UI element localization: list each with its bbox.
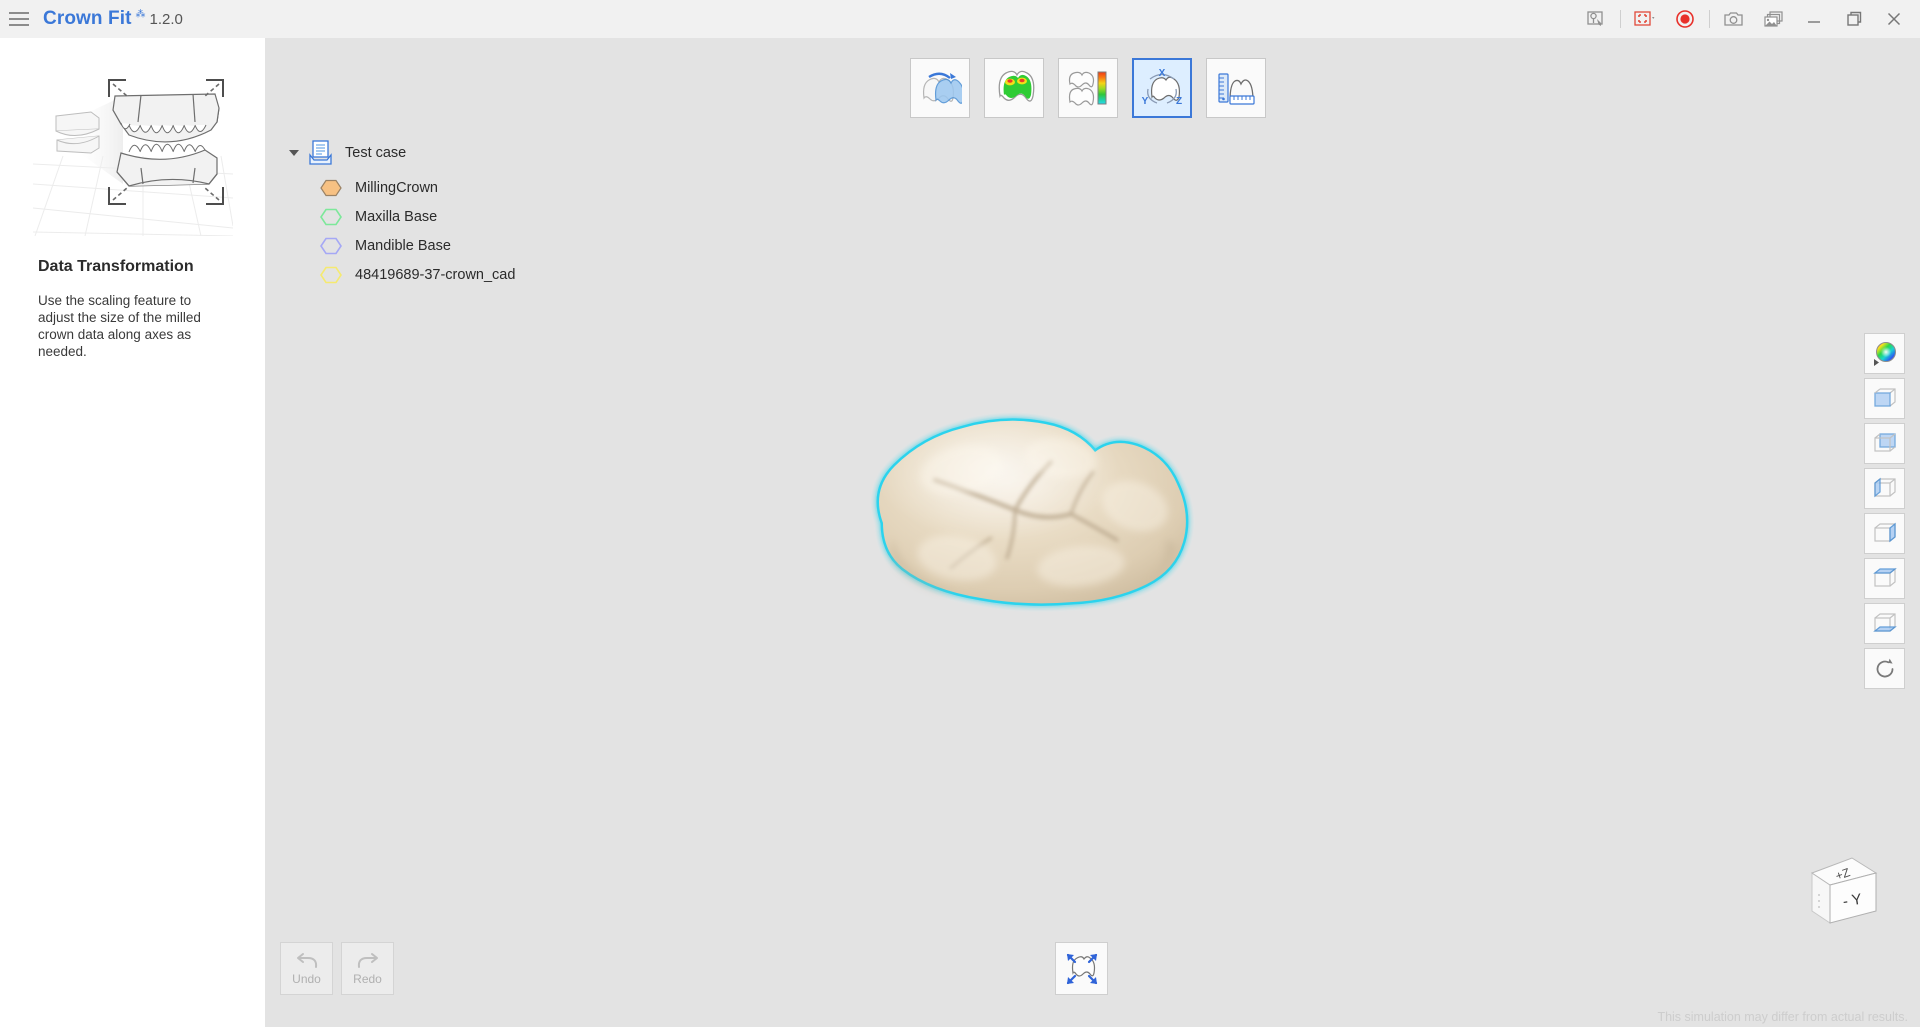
mode-deviation-scale[interactable] xyxy=(1058,58,1118,118)
hamburger-menu-icon[interactable] xyxy=(0,0,38,38)
undo-label: Undo xyxy=(292,972,321,986)
record-icon[interactable] xyxy=(1665,0,1705,38)
view-left-button[interactable] xyxy=(1864,468,1905,509)
tree-item-label: MillingCrown xyxy=(355,179,438,196)
mode-toolbar: X Y Z xyxy=(910,58,1266,118)
tree-item-crown-cad[interactable]: 48419689-37-crown_cad xyxy=(285,260,705,289)
app-version: 1.2.0 xyxy=(149,10,183,28)
history-toolbar: Undo Redo xyxy=(280,942,394,995)
color-picker-button[interactable] xyxy=(1864,333,1905,374)
hexagon-icon xyxy=(313,206,349,228)
disclaimer-text: This simulation may differ from actual r… xyxy=(1657,1010,1908,1024)
tree-item-maxilla-base[interactable]: Maxilla Base xyxy=(285,202,705,231)
view-toolbar xyxy=(1864,333,1905,689)
fit-to-view-button[interactable] xyxy=(1055,942,1108,995)
minimize-icon[interactable] xyxy=(1794,0,1834,38)
toolbar-divider-1 xyxy=(1620,10,1621,28)
title-bar: Crown Fit ⁂ 1.2.0 xyxy=(0,0,1920,38)
undo-button[interactable]: Undo xyxy=(280,942,333,995)
undo-arrow-icon xyxy=(296,953,317,968)
viewport-3d[interactable]: X Y Z Test case MillingCrown Maxilla Bas… xyxy=(265,38,1920,1027)
axis-label-x: X xyxy=(1159,68,1166,79)
application-window: Crown Fit ⁂ 1.2.0 Data Transformation Us… xyxy=(0,0,1920,1027)
chevron-down-icon[interactable] xyxy=(285,150,303,156)
tree-item-mandible-base[interactable]: Mandible Base xyxy=(285,231,705,260)
view-front-button[interactable] xyxy=(1864,378,1905,419)
orientation-gizmo[interactable]: +Z - Y xyxy=(1800,845,1892,937)
mode-transform-xyz[interactable]: X Y Z xyxy=(1132,58,1192,118)
axis-label-z: Z xyxy=(1176,96,1182,107)
tree-root-label: Test case xyxy=(345,145,407,161)
gizmo-front-label: - Y xyxy=(1842,891,1863,911)
hexagon-icon xyxy=(313,264,349,286)
view-back-button[interactable] xyxy=(1864,423,1905,464)
case-document-icon xyxy=(303,139,339,167)
tree-item-label: Maxilla Base xyxy=(355,208,438,225)
panel-title: Data Transformation xyxy=(38,258,194,275)
view-bottom-button[interactable] xyxy=(1864,603,1905,644)
redo-arrow-icon xyxy=(357,953,378,968)
close-icon[interactable] xyxy=(1874,0,1914,38)
screenshot-camera-icon[interactable] xyxy=(1714,0,1754,38)
tree-item-label: 48419689-37-crown_cad xyxy=(355,266,516,283)
object-tree: Test case MillingCrown Maxilla Base Mand… xyxy=(285,133,705,289)
gallery-icon[interactable] xyxy=(1754,0,1794,38)
window-controls xyxy=(1576,0,1920,38)
reset-view-button[interactable] xyxy=(1864,648,1905,689)
tree-item-milling-crown[interactable]: MillingCrown xyxy=(285,173,705,202)
dental-arch-scaling-illustration xyxy=(32,79,233,236)
hexagon-icon xyxy=(313,235,349,257)
hexagon-icon xyxy=(313,177,349,199)
fit-tooth-icon xyxy=(1066,953,1097,984)
app-trademark-mark: ⁂ xyxy=(135,8,146,20)
mode-measure[interactable] xyxy=(1206,58,1266,118)
tree-root-node[interactable]: Test case xyxy=(285,133,705,173)
mode-occlusion-map[interactable] xyxy=(984,58,1044,118)
panel-description: Use the scaling feature to adjust the si… xyxy=(38,293,201,359)
redo-button[interactable]: Redo xyxy=(341,942,394,995)
capture-region-icon[interactable] xyxy=(1625,0,1665,38)
view-right-button[interactable] xyxy=(1864,513,1905,554)
annotation-tool-icon[interactable] xyxy=(1576,0,1616,38)
redo-label: Redo xyxy=(353,972,382,986)
view-top-button[interactable] xyxy=(1864,558,1905,599)
toolbar-divider-2 xyxy=(1709,10,1710,28)
maximize-restore-icon[interactable] xyxy=(1834,0,1874,38)
app-title: Crown Fit xyxy=(43,8,132,29)
selection-outline xyxy=(876,418,1189,606)
axis-label-y: Y xyxy=(1142,96,1149,107)
tree-item-label: Mandible Base xyxy=(355,237,451,254)
left-sidebar: Data Transformation Use the scaling feat… xyxy=(0,38,265,1027)
mode-alignment[interactable] xyxy=(910,58,970,118)
